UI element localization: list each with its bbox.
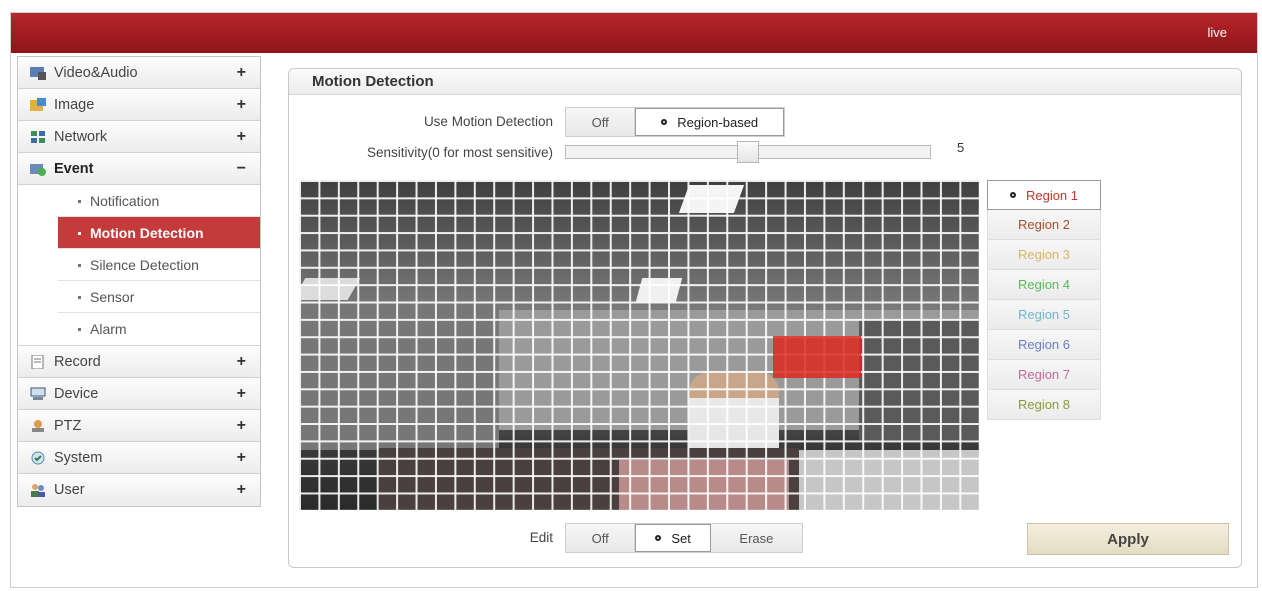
- region-4-button[interactable]: Region 4: [987, 270, 1101, 300]
- network-icon: [31, 130, 45, 143]
- sidebar-item-record[interactable]: Record +: [18, 346, 260, 378]
- record-icon: [31, 354, 44, 369]
- sidebar-item-image[interactable]: Image +: [18, 89, 260, 121]
- sidebar-item-video-audio[interactable]: Video&Audio +: [18, 57, 260, 89]
- sidebar: Video&Audio + Image + Network + Event − …: [17, 56, 261, 507]
- sidebar-item-system[interactable]: System +: [18, 442, 260, 474]
- radio-selected-icon: [1009, 192, 1016, 198]
- option-label: Off: [591, 114, 609, 130]
- region-2-button[interactable]: Region 2: [987, 210, 1101, 240]
- region-label: Region 4: [1017, 277, 1071, 292]
- slider-handle[interactable]: [737, 141, 759, 163]
- sidebar-item-label: Image: [54, 96, 95, 113]
- bullet-icon: [78, 264, 81, 267]
- region-3-button[interactable]: Region 3: [987, 240, 1101, 270]
- use-region-based-option[interactable]: Region-based: [635, 108, 784, 136]
- collapse-icon[interactable]: −: [237, 160, 246, 178]
- sidebar-item-label: Network: [54, 128, 108, 145]
- user-icon: [31, 484, 45, 497]
- live-link[interactable]: live: [1207, 25, 1227, 40]
- sidebar-item-network[interactable]: Network +: [18, 121, 260, 153]
- sidebar-item-user[interactable]: User +: [18, 474, 260, 506]
- bullet-icon: [78, 200, 81, 203]
- motion-grid[interactable]: [299, 180, 979, 510]
- bullet-icon: [78, 232, 81, 235]
- region-label: Region 6: [1017, 337, 1071, 352]
- camera-view[interactable]: [299, 180, 979, 510]
- motion-detection-panel: Motion Detection Use Motion Detection Of…: [288, 68, 1242, 568]
- use-off-option[interactable]: Off: [566, 108, 636, 136]
- use-motion-detection-toggle: Off Region-based: [565, 107, 785, 137]
- sidebar-item-device[interactable]: Device +: [18, 378, 260, 410]
- sidebar-item-event[interactable]: Event −: [18, 153, 260, 185]
- expand-icon[interactable]: +: [237, 417, 246, 435]
- video-audio-icon: [30, 66, 46, 80]
- top-bar: live: [11, 13, 1257, 53]
- edit-set-option[interactable]: Set: [635, 524, 711, 552]
- expand-icon[interactable]: +: [237, 64, 246, 82]
- sensitivity-value: 5: [957, 140, 965, 155]
- expand-icon[interactable]: +: [237, 128, 246, 146]
- sensitivity-label: Sensitivity(0 for most sensitive): [366, 145, 553, 160]
- option-label: Region-based: [677, 114, 759, 130]
- region-1-selection[interactable]: [773, 336, 861, 378]
- region-label: Region 2: [1017, 217, 1071, 232]
- expand-icon[interactable]: +: [237, 353, 246, 371]
- edit-off-option[interactable]: Off: [566, 524, 636, 552]
- edit-mode-toggle: Off Set Erase: [565, 523, 803, 553]
- sidebar-item-ptz[interactable]: PTZ +: [18, 410, 260, 442]
- submenu-item-label: Motion Detection: [90, 224, 204, 241]
- submenu-item-notification[interactable]: Notification: [58, 185, 260, 217]
- event-submenu: Notification Motion Detection Silence De…: [18, 185, 260, 346]
- radio-selected-icon: [661, 119, 668, 125]
- sidebar-item-label: Event: [54, 160, 94, 177]
- region-5-button[interactable]: Region 5: [987, 300, 1101, 330]
- sidebar-item-label: System: [54, 449, 103, 466]
- expand-icon[interactable]: +: [237, 96, 246, 114]
- device-icon: [30, 387, 46, 400]
- expand-icon[interactable]: +: [237, 481, 246, 499]
- bullet-icon: [78, 328, 81, 331]
- event-icon: [30, 163, 46, 176]
- sidebar-item-label: PTZ: [54, 417, 82, 434]
- sidebar-item-label: Record: [54, 353, 101, 370]
- region-label: Region 8: [1017, 397, 1071, 412]
- region-1-button[interactable]: Region 1: [987, 180, 1101, 210]
- submenu-item-sensor[interactable]: Sensor: [58, 281, 260, 313]
- region-7-button[interactable]: Region 7: [987, 360, 1101, 390]
- submenu-item-silence-detection[interactable]: Silence Detection: [58, 249, 260, 281]
- region-list: Region 1 Region 2 Region 3 Region 4 Regi…: [987, 180, 1101, 420]
- use-motion-detection-label: Use Motion Detection: [423, 114, 553, 129]
- image-icon: [30, 97, 46, 111]
- sidebar-item-label: Video&Audio: [54, 64, 138, 81]
- edit-label: Edit: [529, 530, 553, 545]
- submenu-item-alarm[interactable]: Alarm: [58, 313, 260, 345]
- expand-icon[interactable]: +: [237, 385, 246, 403]
- edit-erase-option[interactable]: Erase: [710, 524, 802, 552]
- region-label: Region 7: [1017, 367, 1071, 382]
- radio-selected-icon: [655, 535, 662, 541]
- system-icon: [31, 451, 45, 464]
- sidebar-item-label: User: [54, 482, 85, 498]
- region-label: Region 1: [1025, 187, 1079, 203]
- submenu-item-motion-detection[interactable]: Motion Detection: [58, 217, 260, 249]
- submenu-item-label: Sensor: [90, 288, 135, 305]
- option-label: Erase: [739, 530, 774, 546]
- expand-icon[interactable]: +: [237, 449, 246, 467]
- ptz-icon: [32, 419, 44, 432]
- apply-button[interactable]: Apply: [1027, 523, 1229, 555]
- submenu-item-label: Notification: [90, 192, 160, 209]
- option-label: Set: [671, 530, 691, 546]
- sensitivity-slider[interactable]: [565, 141, 931, 163]
- region-8-button[interactable]: Region 8: [987, 390, 1101, 420]
- submenu-item-label: Silence Detection: [90, 256, 199, 273]
- submenu-item-label: Alarm: [90, 321, 127, 337]
- sidebar-item-label: Device: [54, 385, 99, 402]
- region-label: Region 5: [1017, 307, 1071, 322]
- panel-title: Motion Detection: [289, 69, 1241, 95]
- region-label: Region 3: [1017, 247, 1071, 262]
- option-label: Off: [591, 530, 609, 546]
- region-6-button[interactable]: Region 6: [987, 330, 1101, 360]
- bullet-icon: [78, 296, 81, 299]
